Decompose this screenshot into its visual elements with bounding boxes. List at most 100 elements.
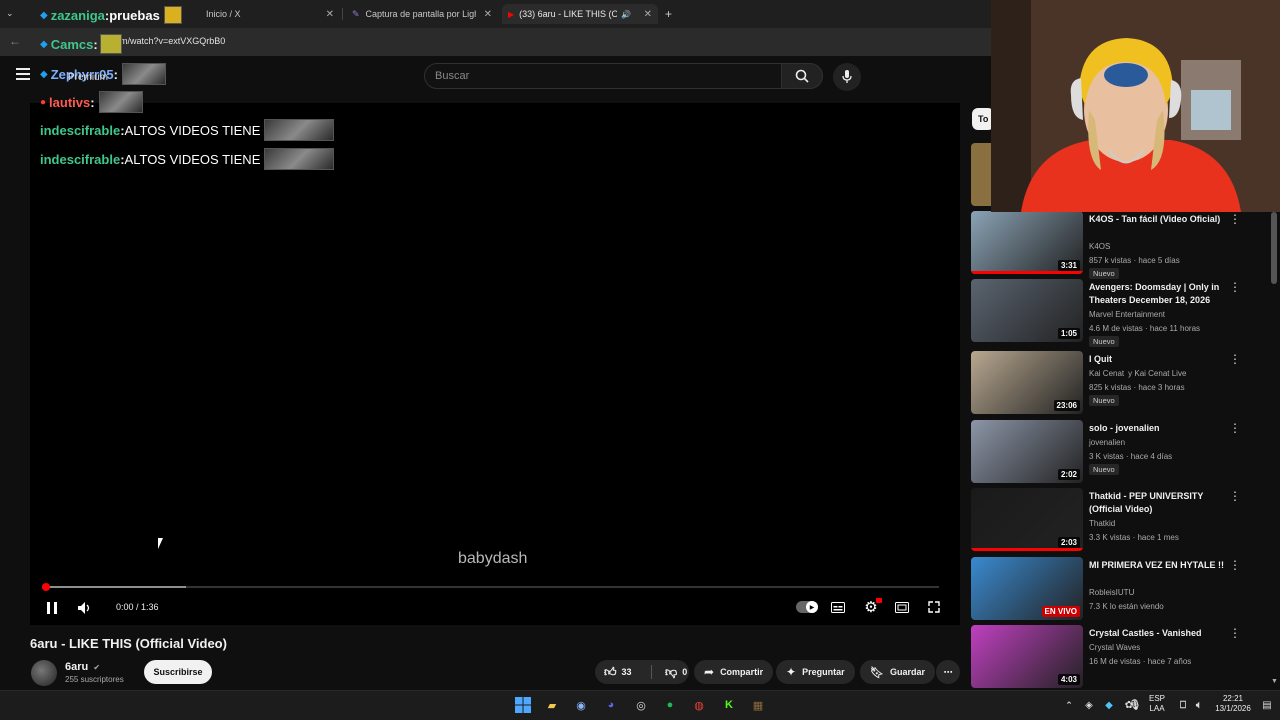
menu-icon[interactable]	[16, 68, 30, 80]
rec-channel[interactable]: Thatkid	[1089, 517, 1115, 530]
channel-name[interactable]: 6aru ✔	[65, 661, 100, 673]
close-icon[interactable]: ✕	[644, 9, 652, 20]
miniplayer-button[interactable]	[894, 600, 910, 614]
dislike-button[interactable]: 👎︎ 0	[658, 665, 687, 680]
rec-views: 825 k vistas · hace 3 horas	[1089, 383, 1185, 392]
clock[interactable]: 22:21 13/1/2026	[1208, 694, 1258, 714]
discord-icon[interactable]: ◕	[602, 696, 620, 714]
rec-channel[interactable]: jovenalien	[1089, 436, 1125, 449]
kick-icon[interactable]: K	[720, 696, 738, 714]
more-vertical-icon[interactable]: ⋮	[1229, 352, 1241, 366]
steam-icon[interactable]: ◉	[572, 696, 590, 714]
chrome-icon[interactable]: ◍	[690, 696, 708, 714]
more-vertical-icon[interactable]: ⋮	[1229, 558, 1241, 572]
back-icon[interactable]: ←	[9, 34, 21, 48]
scroll-down-arrow[interactable]: ▼	[1271, 678, 1278, 685]
tray-expand-icon[interactable]: ⌃	[1060, 696, 1078, 714]
more-vertical-icon[interactable]: ⋮	[1229, 212, 1241, 226]
progress-scrubber[interactable]	[42, 583, 50, 591]
rec-duration: 2:03	[1057, 537, 1080, 548]
tab-list-icon[interactable]: ⌄	[6, 8, 14, 19]
recommendation-item[interactable]: 3:31 K4OS - Tan fácil (Video Oficial) K4OS…	[971, 211, 1261, 279]
rec-title[interactable]: Thatkid - PEP UNIVERSITY (Official Video…	[1089, 490, 1224, 516]
like-button[interactable]: 👍︎ 33	[595, 665, 645, 680]
mouse-cursor	[158, 538, 163, 549]
language-indicator[interactable]: ESP LAA	[1146, 694, 1168, 714]
rec-channel[interactable]: RobleisIUTU	[1089, 586, 1134, 599]
more-vertical-icon[interactable]: ⋮	[1229, 626, 1241, 640]
tray-app-icon[interactable]: ◈	[1080, 696, 1098, 714]
recommendation-item[interactable]: EN VIVO MI PRIMERA VEZ EN HYTALE !! Roblei…	[971, 557, 1261, 623]
microphone-tray-icon[interactable]: 🎙︎	[1126, 696, 1144, 714]
chat-text: pruebas	[109, 7, 160, 23]
tab-x[interactable]: Inicio / X ✕	[200, 4, 340, 24]
rec-thumbnail[interactable]: 2:03	[971, 488, 1083, 551]
ask-button[interactable]: ✦ Preguntar	[776, 660, 855, 684]
rec-thumbnail[interactable]: 3:31	[971, 211, 1083, 274]
rec-title[interactable]: Avengers: Doomsday | Only in Theaters De…	[1089, 281, 1224, 307]
voice-search-button[interactable]	[833, 63, 861, 91]
rec-thumbnail[interactable]: 4:03	[971, 625, 1083, 688]
volume-tray-icon[interactable]: 🔈︎	[1190, 696, 1208, 714]
more-actions-button[interactable]: ⋯	[936, 660, 960, 684]
rec-title[interactable]: solo - jovenalien	[1089, 422, 1224, 435]
windows-start-icon[interactable]	[514, 696, 532, 714]
watched-progress-bar	[971, 271, 1083, 274]
more-vertical-icon[interactable]: ⋮	[1229, 421, 1241, 435]
rec-thumbnail[interactable]: EN VIVO	[971, 557, 1083, 620]
rec-thumbnail[interactable]: 1:05	[971, 279, 1083, 342]
search-input[interactable]: Buscar	[424, 63, 782, 89]
save-button[interactable]: 🔖︎ Guardar	[860, 660, 935, 684]
spotify-icon[interactable]: ●	[661, 696, 679, 714]
speaker-icon[interactable]: 🔊	[621, 10, 631, 19]
obs-icon[interactable]: ◎	[632, 696, 650, 714]
recommendation-item[interactable]: 2:02 solo - jovenalien jovenalien 3 K vista…	[971, 420, 1261, 486]
subtitles-button[interactable]	[830, 600, 846, 614]
share-button[interactable]: ➦ Compartir	[694, 660, 774, 684]
rec-title[interactable]: K4OS - Tan fácil (Video Oficial)	[1089, 213, 1224, 226]
notification-icon[interactable]: ▤	[1258, 696, 1276, 714]
more-vertical-icon[interactable]: ⋮	[1229, 489, 1241, 503]
new-tab-button[interactable]: +	[665, 7, 672, 21]
rec-title[interactable]: I Quit	[1089, 353, 1224, 366]
more-vertical-icon[interactable]: ⋮	[1229, 280, 1241, 294]
rec-channel[interactable]: Marvel Entertainment	[1089, 308, 1165, 321]
rec-title[interactable]: MI PRIMERA VEZ EN HYTALE !!	[1089, 559, 1224, 572]
settings-button[interactable]: ⚙	[862, 598, 882, 616]
recommendation-item[interactable]: 2:03 Thatkid - PEP UNIVERSITY (Official V…	[971, 488, 1261, 554]
rec-title[interactable]: Crystal Castles - Vanished	[1089, 627, 1224, 640]
rec-channel[interactable]: Crystal Waves	[1089, 641, 1140, 654]
tray-app-icon[interactable]: ◆	[1100, 696, 1118, 714]
rec-views: 7.3 K lo están viendo	[1089, 602, 1164, 611]
recommendation-item[interactable]: 23:06 I Quit Kai Cenat y Kai Cenat Live 825 …	[971, 351, 1261, 417]
tab-youtube[interactable]: ▶ (33) 6aru - LIKE THIS (Offici 🔊 ✕	[502, 4, 658, 24]
minecraft-icon[interactable]: ▦	[749, 696, 767, 714]
close-icon[interactable]: ✕	[484, 9, 492, 20]
pen-icon: ✎	[352, 8, 360, 19]
verified-icon: ✔	[93, 663, 101, 672]
rec-thumbnail[interactable]: 23:06	[971, 351, 1083, 414]
fullscreen-button[interactable]	[927, 600, 941, 614]
recommendation-item[interactable]: 4:03 Crystal Castles - Vanished Crystal Wa…	[971, 625, 1261, 691]
chat-text: ALTOS VIDEOS TIENE	[124, 122, 261, 138]
url-field[interactable]: m/watch?v=extVXGQrbB0	[120, 36, 225, 46]
tab-lightshot[interactable]: ✎ Captura de pantalla por Lightsl ✕	[346, 4, 498, 24]
sidebar-scrollbar[interactable]	[1271, 212, 1277, 284]
file-explorer-icon[interactable]: ▰	[543, 696, 561, 714]
video-player[interactable]	[30, 103, 960, 625]
subscribe-button[interactable]: Suscribirse	[144, 660, 212, 684]
search-button[interactable]	[781, 63, 823, 89]
volume-button[interactable]	[77, 600, 93, 616]
chat-emote	[264, 148, 335, 170]
rec-channel[interactable]: K4OS	[1089, 240, 1110, 253]
autoplay-toggle[interactable]: ▶	[796, 601, 818, 613]
rec-duration: 23:06	[1053, 400, 1080, 411]
recommendation-item[interactable]: 1:05 Avengers: Doomsday | Only in Theater…	[971, 279, 1261, 347]
close-icon[interactable]: ✕	[326, 9, 334, 20]
rec-channel[interactable]: Kai Cenat y Kai Cenat Live	[1089, 367, 1186, 380]
rec-thumbnail-partial[interactable]	[971, 143, 991, 206]
channel-avatar[interactable]	[31, 660, 57, 686]
rec-thumbnail[interactable]: 2:02	[971, 420, 1083, 483]
like-dislike-group: 👍︎ 33 👎︎ 0	[595, 660, 689, 684]
pause-button[interactable]	[44, 600, 60, 616]
